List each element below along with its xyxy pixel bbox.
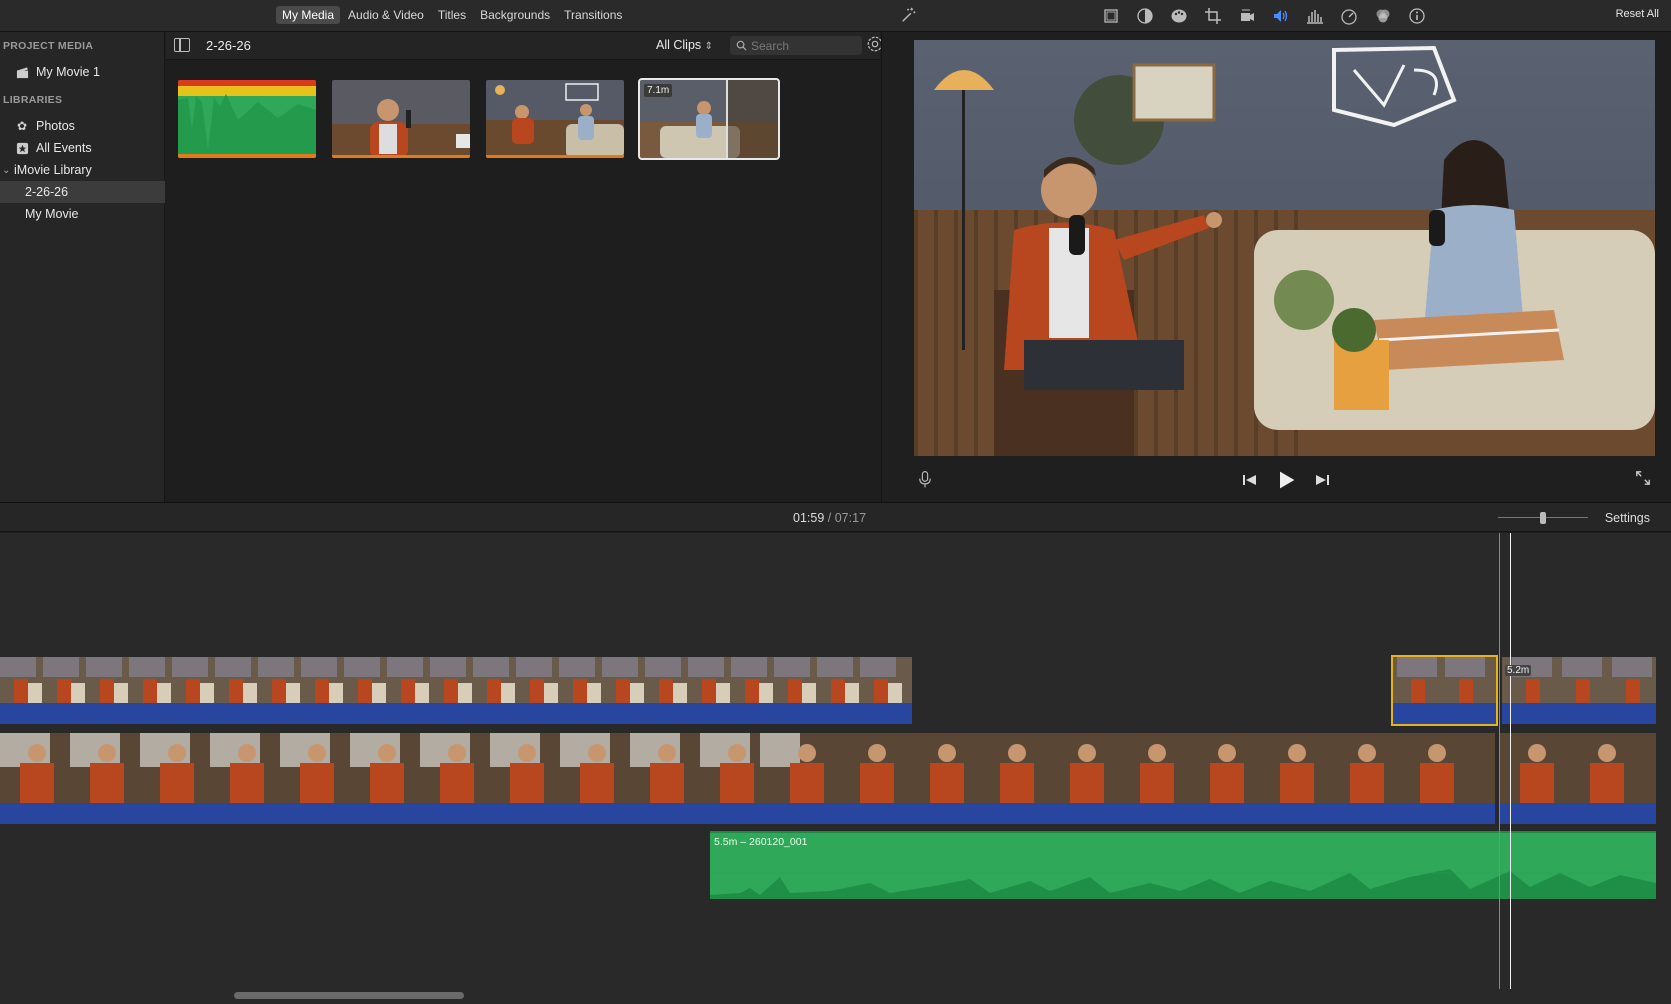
sidebar-item-label: Photos <box>36 119 75 133</box>
connected-clip-selected[interactable] <box>1391 655 1498 726</box>
tab-audio-video[interactable]: Audio & Video <box>342 6 430 24</box>
sidebar-item-my-movie-1[interactable]: My Movie 1 <box>0 61 165 83</box>
clip-filter-label: All Clips <box>656 38 702 52</box>
sidebar-item-label: My Movie <box>25 207 79 221</box>
primary-clip-1[interactable] <box>0 733 1495 824</box>
tab-transitions[interactable]: Transitions <box>558 6 628 24</box>
horizontal-scrollbar[interactable] <box>234 992 464 999</box>
event-title: 2-26-26 <box>206 38 251 53</box>
play-icon[interactable] <box>1274 468 1298 492</box>
clip-filter-select[interactable]: All Clips ⇕ <box>656 38 713 52</box>
noise-filter-icon[interactable] <box>1372 5 1394 27</box>
tab-titles[interactable]: Titles <box>432 6 472 24</box>
connected-clip-1[interactable] <box>0 657 912 724</box>
clip-duration-badge: 7.1m <box>644 84 673 97</box>
magic-wand-icon[interactable] <box>900 6 920 26</box>
sidebar-item-2-26-26[interactable]: 2-26-26 <box>0 181 165 203</box>
skimmer-line <box>1499 533 1500 989</box>
transport-controls <box>1240 468 1332 492</box>
libraries-header: LIBRARIES <box>3 94 63 106</box>
crop-fill-icon[interactable] <box>1100 5 1122 27</box>
audio-clip-thumbnail[interactable] <box>178 80 316 158</box>
video-preview[interactable] <box>914 40 1655 456</box>
sidebar-item-label: My Movie 1 <box>36 65 100 79</box>
microphone-icon[interactable] <box>918 470 934 490</box>
primary-clip-2[interactable] <box>1500 733 1656 824</box>
chevron-updown-icon: ⇕ <box>704 41 714 52</box>
crop-icon[interactable] <box>1202 5 1224 27</box>
time-separator: / <box>827 511 832 525</box>
skip-forward-icon[interactable] <box>1312 470 1332 490</box>
sidebar-item-photos[interactable]: ✿ Photos <box>0 115 165 137</box>
clip-audio-bar <box>0 803 1495 824</box>
star-icon <box>14 140 30 156</box>
search-input[interactable] <box>751 38 851 53</box>
tab-my-media[interactable]: My Media <box>276 6 341 24</box>
skip-back-icon[interactable] <box>1240 470 1260 490</box>
imovie-window: My Media Audio & Video Titles Background… <box>0 0 1671 1004</box>
timeline-header: 01:59 / 07:17 Settings <box>0 502 1671 532</box>
clip-audio-bar <box>1500 803 1656 824</box>
playhead-duration-tag: 5.2m <box>1505 665 1532 676</box>
timeline-settings-button[interactable]: Settings <box>1605 511 1650 525</box>
search-icon <box>736 40 747 51</box>
search-field[interactable] <box>730 36 862 55</box>
sidebar-item-label: All Events <box>36 141 92 155</box>
project-media-header: PROJECT MEDIA <box>3 40 94 52</box>
total-time: 07:17 <box>834 511 867 525</box>
clapper-icon <box>14 64 30 80</box>
sidebar-item-label: 2-26-26 <box>25 185 69 199</box>
reset-all-button[interactable]: Reset All <box>1616 8 1659 20</box>
speed-icon[interactable] <box>1338 5 1360 27</box>
clip-audio-bar <box>0 703 912 724</box>
zoom-knob[interactable] <box>1540 512 1546 524</box>
viewer-panel <box>881 32 1671 502</box>
clip-audio-bar <box>1393 703 1496 724</box>
photos-icon: ✿ <box>16 119 28 133</box>
sidebar-item-all-events[interactable]: All Events <box>0 137 165 159</box>
sidebar-item-label: iMovie Library <box>14 163 92 177</box>
browser-header: 2-26-26 All Clips ⇕ <box>166 32 883 60</box>
disclosure-icon[interactable]: ⌄ <box>2 165 14 176</box>
fullscreen-icon[interactable] <box>1635 470 1653 488</box>
current-time: 01:59 <box>793 511 825 525</box>
equalizer-icon[interactable] <box>1304 5 1326 27</box>
color-palette-icon[interactable] <box>1168 5 1190 27</box>
libraries-sidebar: PROJECT MEDIA My Movie 1 LIBRARIES ✿ Pho… <box>0 32 165 502</box>
timeline[interactable]: 5.5m – 260120_001 5.2m <box>0 533 1671 1004</box>
audio-clip[interactable]: 5.5m – 260120_001 <box>710 831 1656 899</box>
stabilization-icon[interactable] <box>1236 5 1258 27</box>
selected-clip-thumbnail[interactable]: 7.1m <box>638 78 780 160</box>
sidebar-item-imovie-library[interactable]: ⌄ iMovie Library <box>0 159 165 181</box>
zoom-slider[interactable] <box>1498 512 1588 524</box>
playhead[interactable] <box>1510 533 1511 989</box>
adjustment-tools <box>1100 5 1428 27</box>
media-browser: 2-26-26 All Clips ⇕ Search 7.1m <box>166 32 883 502</box>
two-shot-thumbnail[interactable] <box>486 80 624 158</box>
timecode-display: 01:59 / 07:17 <box>793 511 866 525</box>
man-closeup-thumbnail[interactable] <box>332 80 470 158</box>
browser-tabs: My Media Audio & Video Titles Background… <box>276 6 630 24</box>
color-balance-icon[interactable] <box>1134 5 1156 27</box>
top-toolbar: My Media Audio & Video Titles Background… <box>0 0 1671 32</box>
audio-waveform <box>710 869 1656 899</box>
tab-backgrounds[interactable]: Backgrounds <box>474 6 556 24</box>
volume-icon[interactable] <box>1270 5 1292 27</box>
clip-audio-bar <box>1502 703 1656 724</box>
sidebar-toggle-icon[interactable] <box>174 38 190 52</box>
info-icon[interactable] <box>1406 5 1428 27</box>
sidebar-item-my-movie[interactable]: My Movie <box>0 203 165 225</box>
